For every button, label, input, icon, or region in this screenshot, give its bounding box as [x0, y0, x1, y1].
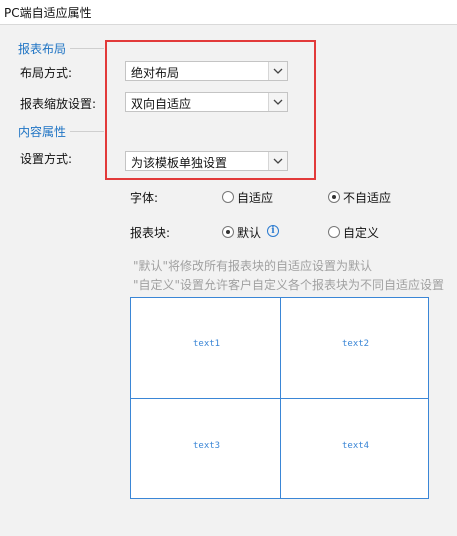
section-title-content: 内容属性 — [18, 125, 67, 139]
section-divider — [70, 48, 104, 49]
preview-cell: text1 — [193, 339, 221, 349]
layout-mode-label: 布局方式: — [20, 66, 73, 80]
setting-mode-value: 为该模板单独设置 — [131, 156, 228, 170]
scale-setting-label: 报表缩放设置: — [20, 97, 97, 111]
preview-cell: text4 — [342, 441, 370, 451]
setting-mode-select[interactable]: 为该模板单独设置 — [125, 151, 288, 171]
scale-setting-select[interactable]: 双向自适应 — [125, 92, 288, 112]
preview-cell: text2 — [342, 339, 370, 349]
section-divider — [70, 131, 104, 132]
layout-mode-value: 绝对布局 — [131, 66, 180, 80]
hint-default: "默认"将修改所有报表块的自适应设置为默认 — [133, 259, 373, 273]
report-block-preview: text1 text2 text3 text4 — [130, 297, 429, 499]
preview-cell: text3 — [193, 441, 221, 451]
block-label: 报表块: — [130, 226, 171, 240]
title-bar: PC端自适应属性 — [0, 0, 457, 25]
block-custom-label[interactable]: 自定义 — [343, 224, 379, 241]
chevron-down-icon[interactable] — [268, 62, 287, 80]
window-title: PC端自适应属性 — [4, 6, 92, 20]
info-icon[interactable]: i — [267, 225, 279, 237]
layout-mode-select[interactable]: 绝对布局 — [125, 61, 288, 81]
chevron-down-icon[interactable] — [268, 152, 287, 170]
font-adaptive-label[interactable]: 自适应 — [237, 189, 273, 206]
font-not-adaptive-radio[interactable] — [328, 191, 340, 203]
block-default-label[interactable]: 默认 — [237, 224, 261, 241]
scale-setting-value: 双向自适应 — [131, 97, 192, 111]
font-adaptive-radio[interactable] — [222, 191, 234, 203]
hint-custom: "自定义"设置允许客户自定义各个报表块为不同自适应设置 — [133, 278, 445, 292]
chevron-down-icon[interactable] — [268, 93, 287, 111]
section-title-layout: 报表布局 — [18, 42, 67, 56]
font-label: 字体: — [130, 191, 159, 205]
block-default-radio[interactable] — [222, 226, 234, 238]
block-custom-radio[interactable] — [328, 226, 340, 238]
setting-mode-label: 设置方式: — [20, 152, 73, 166]
grid-divider-horizontal — [131, 398, 428, 399]
font-not-adaptive-label[interactable]: 不自适应 — [343, 189, 391, 206]
